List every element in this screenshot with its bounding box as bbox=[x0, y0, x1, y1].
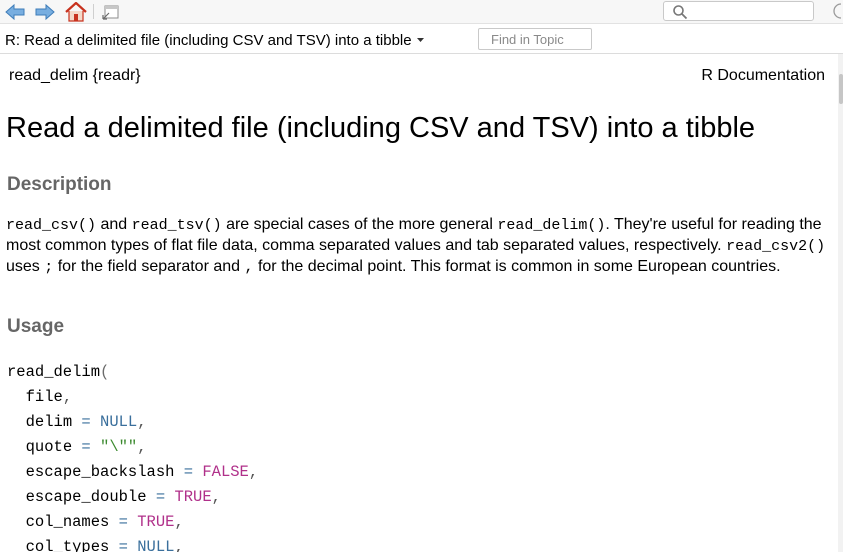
usage-arg-default: FALSE bbox=[202, 463, 249, 481]
usage-argument-line: escape_backslash = FALSE, bbox=[7, 460, 259, 485]
usage-arg-name: file bbox=[25, 388, 63, 406]
usage-indent bbox=[7, 388, 26, 406]
usage-arg-separator: , bbox=[137, 438, 147, 456]
usage-arg-name: col_names bbox=[25, 513, 110, 531]
usage-arg-default: TRUE bbox=[137, 513, 175, 531]
usage-arguments: file, delim = NULL, quote = "\"", escape… bbox=[7, 385, 259, 552]
usage-function-name: read_delim bbox=[7, 363, 101, 381]
help-search-box[interactable] bbox=[663, 1, 814, 21]
usage-arg-separator: , bbox=[137, 413, 147, 431]
code-read-delim: read_delim() bbox=[497, 217, 606, 234]
usage-arg-operator: = bbox=[109, 513, 138, 531]
find-in-topic-input[interactable] bbox=[491, 32, 589, 46]
code-read-csv2: read_csv2() bbox=[726, 238, 826, 255]
search-icon bbox=[673, 5, 688, 20]
usage-indent bbox=[7, 538, 26, 552]
usage-indent bbox=[7, 463, 26, 481]
desc-text: for the field separator and bbox=[53, 258, 245, 275]
usage-arg-default: NULL bbox=[100, 413, 138, 431]
help-toolbar bbox=[0, 0, 843, 24]
forward-arrow-icon bbox=[35, 3, 55, 21]
content-scrollbar[interactable] bbox=[838, 54, 843, 552]
usage-argument-line: col_types = NULL, bbox=[7, 535, 258, 552]
desc-text: are special cases of the more general bbox=[221, 216, 498, 233]
usage-arg-separator: , bbox=[248, 463, 259, 481]
usage-argument-line: quote = "\"", bbox=[7, 435, 258, 460]
code-comma: , bbox=[244, 259, 254, 276]
usage-arg-name: delim bbox=[25, 413, 73, 431]
popout-window-icon bbox=[102, 5, 119, 20]
help-content: read_delim {readr} R Documentation Read … bbox=[0, 54, 838, 552]
doc-package-label: read_delim {readr} bbox=[9, 67, 141, 84]
desc-text: uses bbox=[6, 258, 45, 275]
doc-source-label: R Documentation bbox=[701, 67, 825, 84]
usage-arg-operator: = bbox=[109, 538, 138, 552]
doc-title: Read a delimited file (including CSV and… bbox=[6, 112, 756, 144]
topic-dropdown[interactable]: R: Read a delimited file (including CSV … bbox=[5, 29, 425, 49]
usage-open-paren: ( bbox=[100, 363, 110, 381]
caret-down-icon bbox=[416, 29, 425, 49]
usage-argument-line: escape_double = TRUE, bbox=[7, 485, 258, 510]
usage-arg-default: "\"" bbox=[100, 438, 138, 456]
help-pane: R: Read a delimited file (including CSV … bbox=[0, 0, 843, 552]
usage-call-line: read_delim( bbox=[7, 360, 258, 385]
topic-bar: R: Read a delimited file (including CSV … bbox=[0, 24, 843, 54]
scrollbar-thumb[interactable] bbox=[839, 74, 843, 104]
help-search-input[interactable] bbox=[692, 3, 810, 19]
back-arrow-icon bbox=[5, 3, 25, 21]
code-read-csv: read_csv() bbox=[6, 217, 97, 234]
code-read-tsv: read_tsv() bbox=[131, 217, 222, 234]
usage-arg-name: escape_double bbox=[25, 488, 147, 506]
usage-argument-line: delim = NULL, bbox=[7, 410, 258, 435]
usage-arg-operator: = bbox=[146, 488, 175, 506]
desc-text: for the decimal point. This format is co… bbox=[253, 258, 781, 275]
usage-arg-operator: = bbox=[72, 438, 101, 456]
description-heading: Description bbox=[7, 174, 112, 195]
usage-arg-name: escape_backslash bbox=[25, 463, 175, 481]
forward-button[interactable] bbox=[34, 2, 56, 22]
usage-arg-separator: , bbox=[211, 488, 221, 506]
usage-arg-separator: , bbox=[62, 388, 73, 406]
home-button[interactable] bbox=[64, 2, 87, 22]
usage-arg-name: col_types bbox=[25, 538, 110, 552]
usage-argument-line: file, bbox=[7, 385, 258, 410]
usage-argument-line: col_names = TRUE, bbox=[7, 510, 258, 535]
description-paragraph: read_csv() and read_tsv() are special ca… bbox=[6, 215, 834, 278]
home-icon bbox=[65, 2, 87, 22]
show-in-new-window-button[interactable] bbox=[100, 2, 122, 22]
refresh-icon[interactable] bbox=[832, 2, 843, 20]
usage-arg-operator: = bbox=[174, 463, 203, 481]
code-semicolon: ; bbox=[44, 259, 54, 276]
usage-arg-name: quote bbox=[25, 438, 73, 456]
usage-arg-default: TRUE bbox=[174, 488, 212, 506]
topic-dropdown-label: R: Read a delimited file (including CSV … bbox=[5, 32, 412, 49]
usage-indent bbox=[7, 413, 26, 431]
back-button[interactable] bbox=[4, 2, 26, 22]
usage-arg-separator: , bbox=[174, 538, 184, 552]
usage-heading: Usage bbox=[7, 316, 65, 337]
usage-indent bbox=[7, 438, 26, 456]
toolbar-separator bbox=[93, 4, 94, 19]
usage-indent bbox=[7, 513, 26, 531]
find-in-topic-box[interactable] bbox=[478, 28, 592, 50]
usage-arg-operator: = bbox=[72, 413, 101, 431]
usage-code-block: read_delim( file, delim = NULL, quote = … bbox=[7, 360, 258, 552]
usage-arg-separator: , bbox=[174, 513, 184, 531]
desc-text: and bbox=[96, 216, 132, 233]
usage-arg-default: NULL bbox=[137, 538, 175, 552]
usage-indent bbox=[7, 488, 26, 506]
